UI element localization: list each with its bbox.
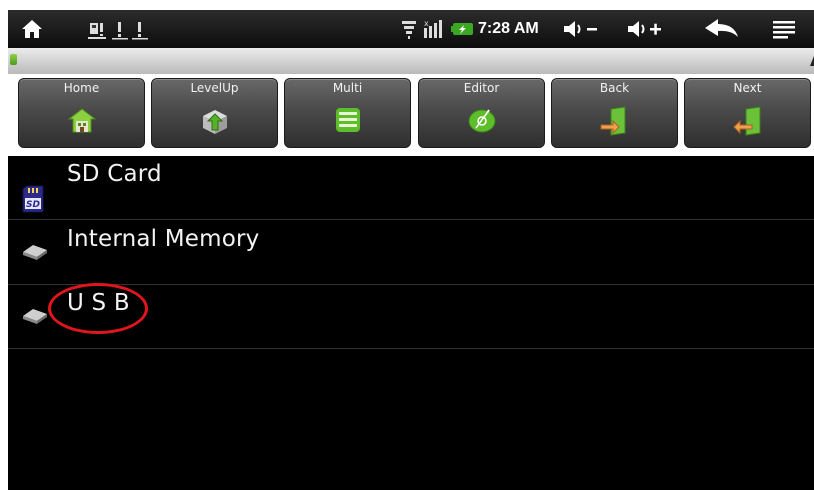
next-button-label: Next: [733, 81, 762, 95]
folder-icon: [10, 54, 17, 65]
list-item-usb[interactable]: U S B: [8, 284, 814, 349]
battery-icon: [449, 10, 477, 48]
scroll-arrow-icon: [810, 56, 814, 66]
sd-card-label: SD Card: [67, 161, 162, 187]
home-button-label: Home: [63, 81, 100, 95]
back-icon[interactable]: [698, 10, 744, 48]
levelup-button[interactable]: LevelUp: [151, 78, 278, 148]
device-screen: x 7:28 AM Home LevelUp Multi Editor Back…: [8, 10, 814, 490]
home-icon[interactable]: [14, 10, 50, 48]
levelup-box-icon: [202, 110, 227, 134]
house-icon: [67, 108, 96, 133]
usb-label: U S B: [67, 290, 130, 316]
editor-disc-icon: [468, 109, 495, 133]
sd-card-icon-text: SD: [26, 200, 40, 210]
list-item-sd-card[interactable]: SD SD Card: [8, 155, 814, 220]
internal-memory-label: Internal Memory: [67, 226, 260, 252]
multi-button[interactable]: Multi: [284, 78, 411, 148]
path-bar: [8, 48, 814, 74]
volume-up-icon[interactable]: [624, 10, 668, 48]
toolbar: Home LevelUp Multi Editor Back Next: [8, 74, 814, 156]
back-button-label: Back: [599, 81, 630, 95]
volume-down-icon[interactable]: [560, 10, 604, 48]
editor-button[interactable]: Editor: [418, 78, 545, 148]
clock: 7:28 AM: [478, 10, 539, 48]
home-button[interactable]: Home: [18, 78, 145, 148]
svg-text:x: x: [424, 19, 429, 28]
levelup-button-label: LevelUp: [190, 81, 239, 95]
notification-icons[interactable]: [86, 10, 166, 48]
sd-card-icon: SD: [22, 185, 44, 213]
next-button[interactable]: Next: [684, 78, 811, 148]
list-item-internal-memory[interactable]: Internal Memory: [8, 220, 814, 285]
wifi-icon: [399, 10, 419, 48]
status-bar: x 7:28 AM: [8, 10, 814, 48]
back-button[interactable]: Back: [551, 78, 678, 148]
door-next-icon: [732, 106, 760, 136]
signal-icon: x: [421, 10, 447, 48]
notification-icons-svg: [88, 22, 148, 40]
multi-list-icon: [335, 108, 360, 132]
clock-text: 7:28 AM: [478, 20, 539, 37]
menu-icon[interactable]: [764, 10, 804, 48]
door-back-icon: [600, 106, 625, 136]
drive-icon: [23, 309, 47, 324]
drive-icon: [23, 245, 47, 260]
editor-button-label: Editor: [463, 81, 500, 95]
multi-button-label: Multi: [332, 81, 363, 95]
